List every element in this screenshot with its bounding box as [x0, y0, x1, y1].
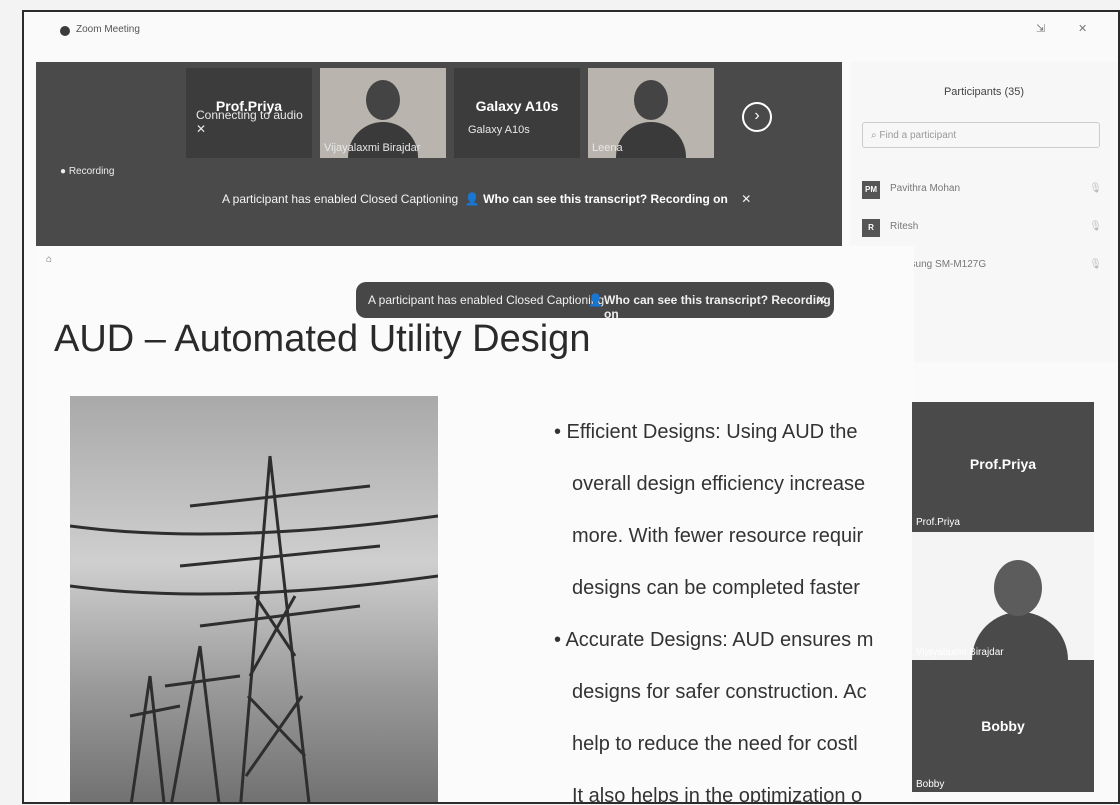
participant-video	[616, 122, 686, 158]
slide-line: designs can be completed faster	[572, 577, 860, 599]
participants-title: Participants (35)	[943, 86, 1025, 98]
video-tile-prof-priya[interactable]: Prof.Priya Connecting to audio ✕	[186, 68, 312, 158]
person-icon: 👤	[588, 293, 603, 307]
close-window-icon[interactable]: ✕	[1078, 22, 1087, 35]
slide-line: designs for safer construction. Ac	[572, 681, 867, 703]
search-placeholder: Find a participant	[879, 130, 957, 141]
slide-text: • Efficient Designs: Using AUD the overa…	[554, 406, 934, 804]
audio-status: Connecting to audio ✕	[196, 108, 303, 136]
participant-head	[366, 80, 400, 120]
toast-transcript-link[interactable]: Who can see this transcript? Recording o…	[604, 293, 834, 321]
video-strip: Prof.Priya Connecting to audio ✕ Vijayal…	[36, 62, 842, 262]
cc-banner: A participant has enabled Closed Caption…	[222, 192, 751, 206]
toast-close-button[interactable]: ✕	[816, 293, 826, 307]
tile-label: Leena	[592, 142, 623, 154]
participant-search-input[interactable]: ⌕ Find a participant	[862, 122, 1100, 148]
slide-title: AUD – Automated Utility Design	[54, 318, 591, 360]
exit-fullscreen-icon[interactable]: ⇲	[1036, 22, 1045, 35]
person-icon: 👤	[464, 192, 480, 206]
zoom-window: Zoom Meeting ⇲ ✕ Prof.Priya Connecting t…	[22, 10, 1120, 804]
tile-label: Bobby	[916, 779, 945, 790]
tile-label: Prof.Priya	[916, 517, 960, 528]
recording-indicator: ● Recording	[60, 166, 115, 177]
home-icon[interactable]: ⌂	[46, 254, 52, 265]
power-lines-image	[70, 396, 438, 802]
muted-mic-icon: 🎙	[1089, 183, 1102, 194]
participant-row[interactable]: R Ritesh 🎙	[862, 216, 1106, 240]
next-page-button[interactable]: ›	[742, 102, 772, 132]
recording-label: Recording	[68, 166, 115, 177]
tile-label: Vijayalaxmi Birajdar	[916, 647, 1004, 658]
video-tile-leena[interactable]: Leena	[588, 68, 714, 158]
slide-line: help to reduce the need for costl	[572, 733, 858, 755]
participant-name: Ritesh	[890, 221, 919, 232]
slide-line: • Efficient Designs: Using AUD the	[554, 421, 858, 443]
avatar: PM	[862, 181, 880, 199]
avatar: R	[862, 219, 880, 237]
title-bar: Zoom Meeting ⇲ ✕	[24, 12, 1118, 50]
slide-line: more. With fewer resource requir	[572, 525, 864, 547]
slide-line: overall design efficiency increase	[572, 473, 866, 495]
muted-mic-icon: 🎙	[1089, 221, 1102, 232]
participant-name: Pavithra Mohan	[890, 183, 961, 194]
participant-head	[994, 560, 1042, 616]
shared-screen: ⌂ A participant has enabled Closed Capti…	[36, 246, 914, 802]
participant-row[interactable]: PM Pavithra Mohan 🎙	[862, 178, 1106, 202]
transcript-link[interactable]: Who can see this transcript? Recording o…	[483, 192, 728, 206]
participant-head	[634, 80, 668, 120]
tile-name: Galaxy A10s	[475, 98, 559, 114]
video-tile-vijayalaxmi[interactable]: Vijayalaxmi Birajdar	[320, 68, 446, 158]
video-tile-galaxy[interactable]: Galaxy A10s Galaxy A10s	[454, 68, 580, 158]
zoom-logo-icon	[60, 26, 70, 36]
side-tile-prof-priya[interactable]: Prof.Priya Prof.Priya	[912, 402, 1094, 530]
cc-toast: A participant has enabled Closed Caption…	[356, 282, 834, 321]
slide-line: • Accurate Designs: AUD ensures m	[554, 629, 874, 651]
toast-notice: A participant has enabled Closed Caption…	[368, 293, 605, 307]
tile-label: Vijayalaxmi Birajdar	[324, 142, 421, 154]
close-banner-button[interactable]: ✕	[741, 192, 751, 206]
cc-notice: A participant has enabled Closed Caption…	[222, 192, 459, 206]
window-title: Zoom Meeting	[76, 24, 140, 35]
tile-name: Bobby	[981, 718, 1025, 734]
gallery-side-panel: Prof.Priya Prof.Priya Vijayalaxmi Birajd…	[912, 402, 1094, 792]
tile-name: Prof.Priya	[969, 456, 1037, 472]
transmission-tower-illustration	[70, 455, 438, 802]
side-tile-bobby[interactable]: Bobby Bobby	[912, 664, 1094, 792]
slide-line: It also helps in the optimization o	[572, 785, 863, 804]
side-tile-vijayalaxmi[interactable]: Vijayalaxmi Birajdar	[912, 532, 1094, 660]
muted-mic-icon: 🎙	[1089, 259, 1102, 270]
tile-label: Galaxy A10s	[468, 124, 530, 136]
